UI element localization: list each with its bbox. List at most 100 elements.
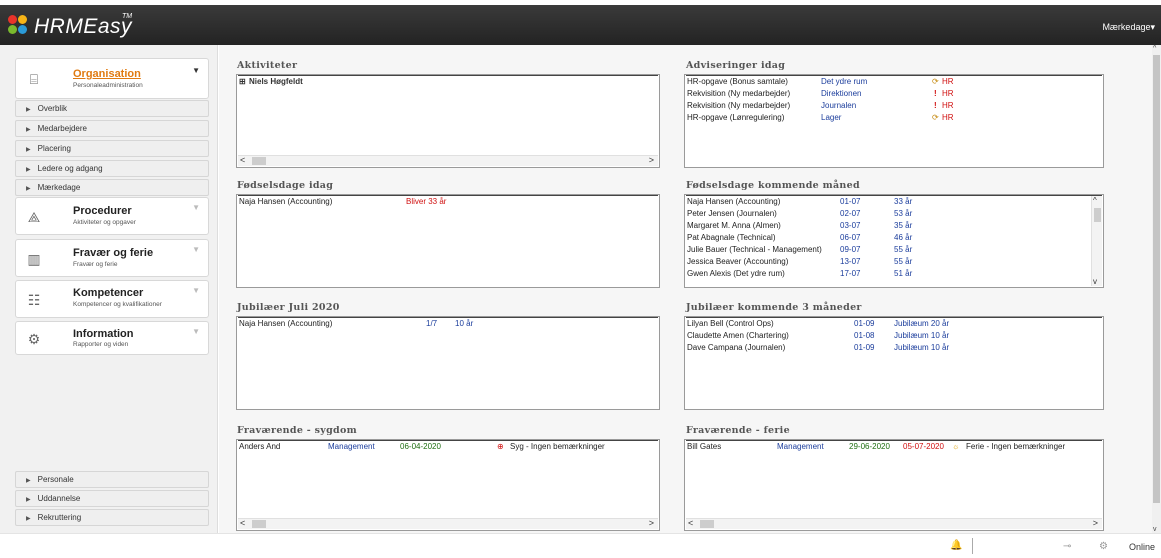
table-row[interactable]: Rekvisition (Ny medarbejder) Direktionen!…: [685, 88, 1103, 100]
sidebar-item-rekruttering[interactable]: ▶ Rekruttering: [15, 509, 209, 526]
person-cell: Claudette Amen (Chartering): [687, 331, 789, 340]
scroll-thumb[interactable]: [1153, 55, 1160, 503]
sidebar-item-ledere[interactable]: ▶ Ledere og adgang: [15, 160, 209, 177]
scroll-up-icon[interactable]: ^: [1093, 196, 1097, 205]
table-row[interactable]: Naja Hansen (Accounting) Bliver 33 år: [237, 196, 659, 208]
scroll-down-icon[interactable]: v: [1093, 277, 1097, 286]
chevron-down-icon[interactable]: ▼: [192, 327, 200, 336]
date-cell: 06-07: [840, 233, 861, 242]
page-scrollbar[interactable]: ^ v: [1152, 45, 1161, 533]
module-title: Information: [73, 328, 134, 340]
chevron-down-icon[interactable]: ▼: [192, 245, 200, 254]
table-row[interactable]: Peter Jensen (Journalen) 02-07 53 år: [685, 208, 1103, 220]
vertical-scrollbar[interactable]: ^ v: [1091, 196, 1102, 286]
status-bar: 🔔 ⊸ ⚙ Online: [0, 533, 1161, 558]
scroll-up-icon[interactable]: ^: [1153, 45, 1156, 52]
date-cell: 01-09: [854, 319, 875, 328]
table-row[interactable]: Jessica Beaver (Accounting) 13-07 55 år: [685, 256, 1103, 268]
scroll-left-icon[interactable]: <: [240, 518, 245, 528]
list-item[interactable]: ⊞ Niels Høgfeldt: [237, 76, 659, 88]
from-date-cell: 06-04-2020: [400, 442, 441, 451]
bell-icon[interactable]: 🔔: [950, 540, 962, 551]
horizontal-scrollbar[interactable]: < >: [686, 518, 1102, 529]
scroll-thumb[interactable]: [1094, 208, 1101, 222]
scroll-right-icon[interactable]: >: [649, 155, 654, 165]
scroll-down-icon[interactable]: v: [1153, 526, 1157, 533]
building-icon: ⌸: [29, 71, 39, 87]
date-cell: 09-07: [840, 245, 861, 254]
module-subtitle: Rapporter og viden: [73, 341, 129, 348]
jubilee-cell: Jubilæum 20 år: [894, 319, 950, 328]
task-cell: Rekvisition (Ny medarbejder): [687, 101, 791, 110]
dept-link[interactable]: Lager: [821, 112, 841, 124]
sidebar-item-overblik[interactable]: ▶ Overblik: [15, 100, 209, 117]
app-logo-text[interactable]: HRMEasy: [34, 15, 132, 39]
module-procedurer[interactable]: ⟁ Procedurer Aktiviteter og opgaver ▼: [15, 197, 209, 235]
table-row[interactable]: HR-opgave (Bonus samtale) Det ydre rum ⟳ HR: [685, 76, 1103, 88]
table-row[interactable]: Anders And Management 06-04-2020 ⊕ Syg - Ing…: [237, 441, 659, 453]
module-subtitle: Aktiviteter og opgaver: [73, 219, 136, 226]
table-row[interactable]: Dave Campana (Journalen) 01-09 Jubilæum 10…: [685, 342, 1103, 354]
horizontal-scrollbar[interactable]: < >: [238, 518, 658, 529]
arrow-right-icon: ▶: [26, 186, 31, 192]
date-cell: 02-07: [840, 209, 861, 218]
task-cell: HR-opgave (Lønregulering): [687, 113, 785, 122]
panel-title-ferie: Fraværende - ferie: [686, 425, 790, 436]
table-row[interactable]: Naja Hansen (Accounting) 01-07 33 år: [685, 196, 1103, 208]
arrow-right-icon: ▶: [26, 497, 31, 503]
module-organisation[interactable]: ⌸ Organisation Personaleadministration ▼: [15, 58, 209, 99]
hr-tag: HR: [942, 77, 954, 86]
sidebar-item-placering[interactable]: ▶ Placering: [15, 140, 209, 157]
age-cell: 46 år: [894, 233, 913, 242]
scroll-left-icon[interactable]: <: [688, 518, 693, 528]
expand-icon[interactable]: ⊞: [239, 76, 246, 88]
aktiviteter-panel: ⊞ Niels Høgfeldt < >: [236, 74, 660, 168]
table-row[interactable]: Julie Bauer (Technical - Management) 09-0…: [685, 244, 1103, 256]
to-date-cell: 05-07-2020: [903, 442, 944, 451]
table-row[interactable]: Rekvisition (Ny medarbejder) Journalen! HR: [685, 100, 1103, 112]
chevron-down-icon[interactable]: ▼: [192, 203, 200, 212]
module-fravaer[interactable]: ▥ Fravær og ferie Fravær og ferie ▼: [15, 239, 209, 277]
chevron-down-icon[interactable]: ▼: [192, 286, 200, 295]
bar-chart-icon: ▥: [27, 251, 41, 267]
sidebar-item-uddannelse[interactable]: ▶ Uddannelse: [15, 490, 209, 507]
scroll-right-icon[interactable]: >: [1093, 518, 1098, 528]
maerkedage-menu[interactable]: Mærkedage▾: [1102, 22, 1155, 33]
network-icon: ⟁: [27, 209, 41, 225]
table-row[interactable]: Margaret M. Anna (Almen) 03-07 35 år: [685, 220, 1103, 232]
logo-dots-icon: [8, 15, 32, 35]
ferie-panel: Bill Gates Management 29-06-2020 05-07-2020…: [684, 439, 1104, 531]
chevron-down-icon[interactable]: ▼: [192, 66, 200, 75]
jubilaeer-juli-panel: Naja Hansen (Accounting) 1/7 10 år: [236, 316, 660, 410]
sidebar-item-maerkedage[interactable]: ▶ Mærkedage: [15, 179, 209, 196]
sidebar-item-personale[interactable]: ▶ Personale: [15, 471, 209, 488]
dept-link[interactable]: Direktionen: [821, 88, 861, 100]
module-information[interactable]: ⚙ Information Rapporter og viden ▼: [15, 321, 209, 355]
table-row[interactable]: Bill Gates Management 29-06-2020 05-07-2020…: [685, 441, 1103, 453]
date-cell: 13-07: [840, 257, 861, 266]
scroll-thumb[interactable]: [252, 520, 266, 528]
table-row[interactable]: Gwen Alexis (Det ydre rum) 17-07 51 år: [685, 268, 1103, 280]
age-cell: 33 år: [894, 197, 913, 206]
refresh-icon: ⟳: [932, 113, 939, 122]
module-title: Fravær og ferie: [73, 247, 154, 259]
toggle-icon[interactable]: ⊸: [1063, 541, 1071, 552]
table-row[interactable]: Naja Hansen (Accounting) 1/7 10 år: [237, 318, 659, 330]
table-row[interactable]: Pat Abagnale (Technical) 06-07 46 år: [685, 232, 1103, 244]
sidebar-item-medarbejdere[interactable]: ▶ Medarbejdere: [15, 120, 209, 137]
scroll-right-icon[interactable]: >: [649, 518, 654, 528]
scroll-thumb[interactable]: [252, 157, 266, 165]
scroll-left-icon[interactable]: <: [240, 155, 245, 165]
scroll-thumb[interactable]: [700, 520, 714, 528]
sun-icon: ☼: [952, 442, 960, 451]
dept-link[interactable]: Journalen: [821, 100, 856, 112]
module-kompetencer[interactable]: ☷ Kompetencer Kompetencer og kvalifikati…: [15, 280, 209, 318]
person-cell: Jessica Beaver (Accounting): [687, 257, 789, 266]
table-row[interactable]: HR-opgave (Lønregulering) Lager ⟳ HR: [685, 112, 1103, 124]
table-row[interactable]: Claudette Amen (Chartering) 01-08 Jubilæum…: [685, 330, 1103, 342]
certificate-icon: ☷: [27, 292, 41, 308]
dept-link[interactable]: Det ydre rum: [821, 76, 867, 88]
module-subtitle: Personaleadministration: [73, 82, 143, 89]
table-row[interactable]: Lilyan Bell (Control Ops) 01-09 Jubilæum 2…: [685, 318, 1103, 330]
horizontal-scrollbar[interactable]: < >: [238, 155, 658, 166]
